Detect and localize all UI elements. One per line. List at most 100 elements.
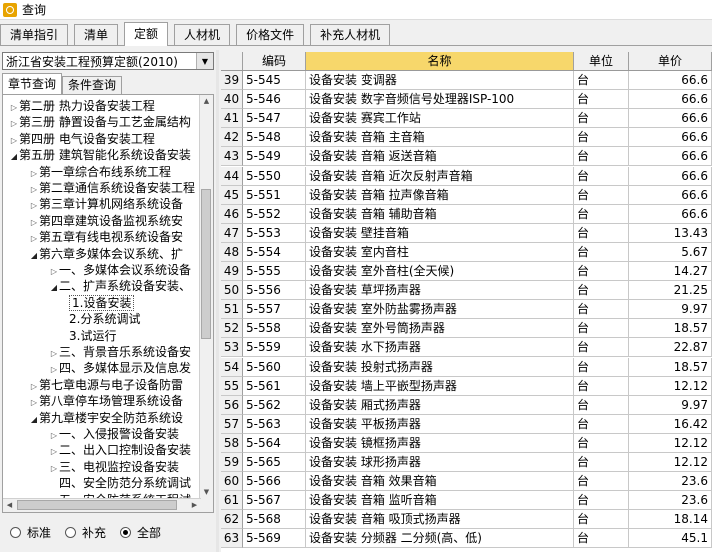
collapsed-triangle-icon[interactable]: ▷ [9, 100, 19, 116]
tree-node[interactable]: 2.分系统调试 [69, 311, 140, 327]
tab-0[interactable]: 清单指引 [0, 24, 69, 45]
table-row[interactable]: 51 5-557 设备安装 室外防盐雾扬声器台 9.97 [221, 300, 712, 320]
column-header-unit[interactable]: 单位 [574, 52, 629, 70]
table-row[interactable]: 49 5-555 设备安装 室外音柱(全天候) 台 14.27 [221, 262, 712, 281]
collapsed-triangle-icon[interactable]: ▷ [9, 133, 19, 149]
collapsed-triangle-icon[interactable]: ▷ [29, 215, 39, 231]
tab-5[interactable]: 补充人材机 [310, 24, 391, 45]
collapsed-triangle-icon[interactable]: ▷ [49, 461, 59, 477]
chevron-down-icon[interactable]: ▼ [196, 53, 213, 69]
tab-2[interactable]: 定额 [124, 22, 169, 46]
tree-vertical-scrollbar[interactable]: ▲ ▼ [199, 95, 213, 512]
tree-node[interactable]: ▷ 四、多媒体显示及信息发 [49, 360, 191, 376]
cell-unit: 台 [574, 185, 629, 205]
radio-option[interactable]: 补充 [65, 524, 106, 541]
table-row[interactable]: 48 5-554 设备安装 室内音柱台 5.67 [221, 242, 712, 262]
table-row[interactable]: 42 5-548 设备安装 音箱 主音箱台 66.6 [221, 128, 712, 148]
radio-option[interactable]: 全部 [120, 524, 161, 541]
table-row[interactable]: 60 5-566 设备安装 音箱 效果音箱台 23.6 [221, 472, 712, 492]
tree-node[interactable]: 四、安全防范分系统调试 [49, 475, 191, 491]
radio-button-icon[interactable] [120, 527, 132, 538]
tree-node[interactable]: ▷ 第二章通信系统设备安装工程 [29, 180, 195, 196]
collapsed-triangle-icon[interactable]: ▷ [49, 444, 59, 460]
tree-node[interactable]: ▷ 第八章停车场管理系统设备 [29, 393, 183, 409]
table-row[interactable]: 53 5-559 设备安装 水下扬声器台 22.87 [221, 338, 712, 358]
tree-node[interactable]: ▷ 第二册 热力设备安装工程 [9, 98, 155, 114]
table-row[interactable]: 56 5-562 设备安装 厢式扬声器台 9.97 [221, 395, 712, 415]
tab-4[interactable]: 价格文件 [236, 24, 305, 45]
tree-node[interactable]: 3.试运行 [69, 328, 116, 344]
hscroll-thumb[interactable] [17, 500, 177, 510]
collapsed-triangle-icon[interactable]: ▷ [49, 346, 59, 362]
scroll-thumb[interactable] [201, 189, 211, 339]
tree-node[interactable]: ▷ 第四章建筑设备监视系统安 [29, 213, 183, 229]
radio-option[interactable]: 标准 [10, 524, 51, 541]
tree-node[interactable]: ◢ 二、扩声系统设备安装、 [49, 278, 191, 294]
radio-button-icon[interactable] [65, 527, 77, 538]
column-header-name[interactable]: 名称 [306, 52, 574, 70]
tree-node[interactable]: ▷ 第五章有线电视系统设备安 [29, 229, 183, 245]
tab-1[interactable]: 清单 [74, 24, 119, 45]
collapsed-triangle-icon[interactable]: ▷ [49, 264, 59, 280]
tree-node[interactable]: ▷ 第三册 静置设备与工艺金属结构 [9, 114, 191, 130]
collapsed-triangle-icon[interactable]: ▷ [49, 362, 59, 378]
tree-node[interactable]: ▷ 第七章电源与电子设备防雷 [29, 377, 183, 393]
table-row[interactable]: 55 5-561 设备安装 墙上平嵌型扬声器台 12.12 [221, 376, 712, 396]
tab-chapter-query[interactable]: 章节查询 [2, 73, 63, 94]
tree-node[interactable]: ▷ 三、背景音乐系统设备安 [49, 344, 191, 360]
tree-node[interactable]: ◢ 第五册 建筑智能化系统设备安装 [9, 147, 191, 163]
scroll-right-icon[interactable]: ▶ [188, 499, 201, 512]
scroll-down-icon[interactable]: ▼ [200, 486, 213, 499]
expanded-triangle-icon[interactable]: ◢ [29, 412, 39, 428]
table-row[interactable]: 57 5-563 设备安装 平板扬声器台 16.42 [221, 414, 712, 434]
expanded-triangle-icon[interactable]: ◢ [29, 248, 39, 264]
tab-3[interactable]: 人材机 [174, 24, 231, 45]
column-header-price[interactable]: 单价 [629, 52, 712, 70]
panel-splitter[interactable] [216, 50, 219, 552]
collapsed-triangle-icon[interactable]: ▷ [9, 116, 19, 132]
collapsed-triangle-icon[interactable]: ▷ [29, 231, 39, 247]
tree-node[interactable]: ◢ 第六章多媒体会议系统、扩 [29, 246, 183, 262]
radio-button-icon[interactable] [10, 527, 21, 538]
tree-node[interactable]: ▷ 二、出入口控制设备安装 [49, 442, 191, 458]
tab-condition-query[interactable]: 条件查询 [62, 76, 123, 94]
quota-library-select[interactable]: 浙江省安装工程预算定额(2010) ▼ [2, 52, 214, 70]
table-row[interactable]: 50 5-556 设备安装 草坪扬声器台 21.25 [221, 281, 712, 301]
expanded-triangle-icon[interactable]: ◢ [9, 149, 19, 165]
table-row[interactable]: 43 5-549 设备安装 音箱 返送音箱台 66.6 [221, 147, 712, 167]
tree-node[interactable]: ▷ 一、入侵报警设备安装 [49, 426, 179, 442]
scroll-left-icon[interactable]: ◀ [3, 499, 16, 512]
table-row[interactable]: 61 5-567 设备安装 音箱 监听音箱台 23.6 [221, 491, 712, 511]
table-row[interactable]: 41 5-547 设备安装 赛宾工作站台 66.6 [221, 109, 712, 129]
table-row[interactable]: 44 5-550 设备安装 音箱 近次反射声音箱台 66.6 [221, 166, 712, 186]
table-row[interactable]: 52 5-558 设备安装 室外号筒扬声器台 18.57 [221, 319, 712, 339]
collapsed-triangle-icon[interactable]: ▷ [29, 166, 39, 182]
collapsed-triangle-icon[interactable]: ▷ [29, 395, 39, 411]
collapsed-triangle-icon[interactable]: ▷ [29, 198, 39, 214]
table-row[interactable]: 47 5-553 设备安装 壁挂音箱台 13.43 [221, 223, 712, 243]
collapsed-triangle-icon[interactable]: ▷ [29, 379, 39, 395]
tree-node[interactable]: 1.设备安装 [69, 294, 135, 311]
table-row[interactable]: 58 5-564 设备安装 镜框扬声器台 12.12 [221, 433, 712, 453]
table-row[interactable]: 40 5-546 设备安装 数字音频信号处理器ISP-100 台 66.6 [221, 90, 712, 110]
collapsed-triangle-icon[interactable]: ▷ [29, 182, 39, 198]
table-row[interactable]: 54 5-560 设备安装 投射式扬声器台 18.57 [221, 357, 712, 377]
tree-node[interactable]: ▷ 三、电视监控设备安装 [49, 459, 179, 475]
tree-node[interactable]: ▷ 第三章计算机网络系统设备 [29, 196, 183, 212]
tree-node[interactable]: ▷ 第四册 电气设备安装工程 [9, 131, 155, 147]
tree-node[interactable]: ◢ 第九章楼宇安全防范系统设 [29, 410, 183, 426]
table-row[interactable]: 39 5-545 设备安装 变调器台 66.6 [221, 71, 712, 90]
cell-price: 66.6 [629, 147, 712, 167]
table-row[interactable]: 45 5-551 设备安装 音箱 拉声像音箱台 66.6 [221, 185, 712, 205]
table-row[interactable]: 46 5-552 设备安装 音箱 辅助音箱台 66.6 [221, 204, 712, 224]
tree-node[interactable]: ▷ 一、多媒体会议系统设备 [49, 262, 191, 278]
collapsed-triangle-icon[interactable]: ▷ [49, 428, 59, 444]
tree-node[interactable]: ▷ 第一章综合布线系统工程 [29, 164, 171, 180]
table-row[interactable]: 62 5-568 设备安装 音箱 吸顶式扬声器台 18.14 [221, 510, 712, 530]
tree-horizontal-scrollbar[interactable]: ◀ ▶ [3, 498, 201, 512]
scroll-up-icon[interactable]: ▲ [200, 95, 213, 108]
table-row[interactable]: 59 5-565 设备安装 球形扬声器台 12.12 [221, 453, 712, 472]
column-header-code[interactable]: 编码 [243, 52, 306, 70]
expanded-triangle-icon[interactable]: ◢ [49, 280, 59, 296]
table-row[interactable]: 63 5-569 设备安装 分频器 二分频(高、低) 台 45.1 [221, 529, 712, 549]
